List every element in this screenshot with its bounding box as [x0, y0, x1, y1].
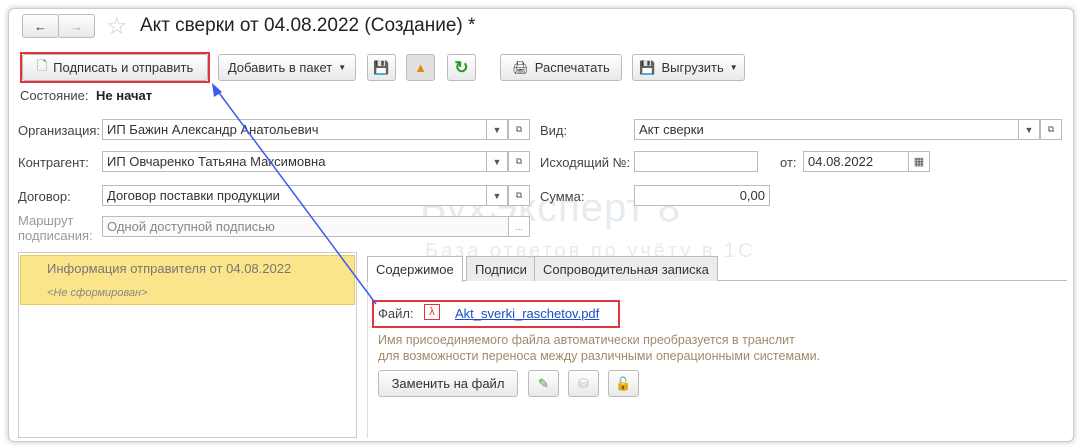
annotation-arrow	[212, 83, 377, 305]
arrow-line	[213, 85, 377, 305]
